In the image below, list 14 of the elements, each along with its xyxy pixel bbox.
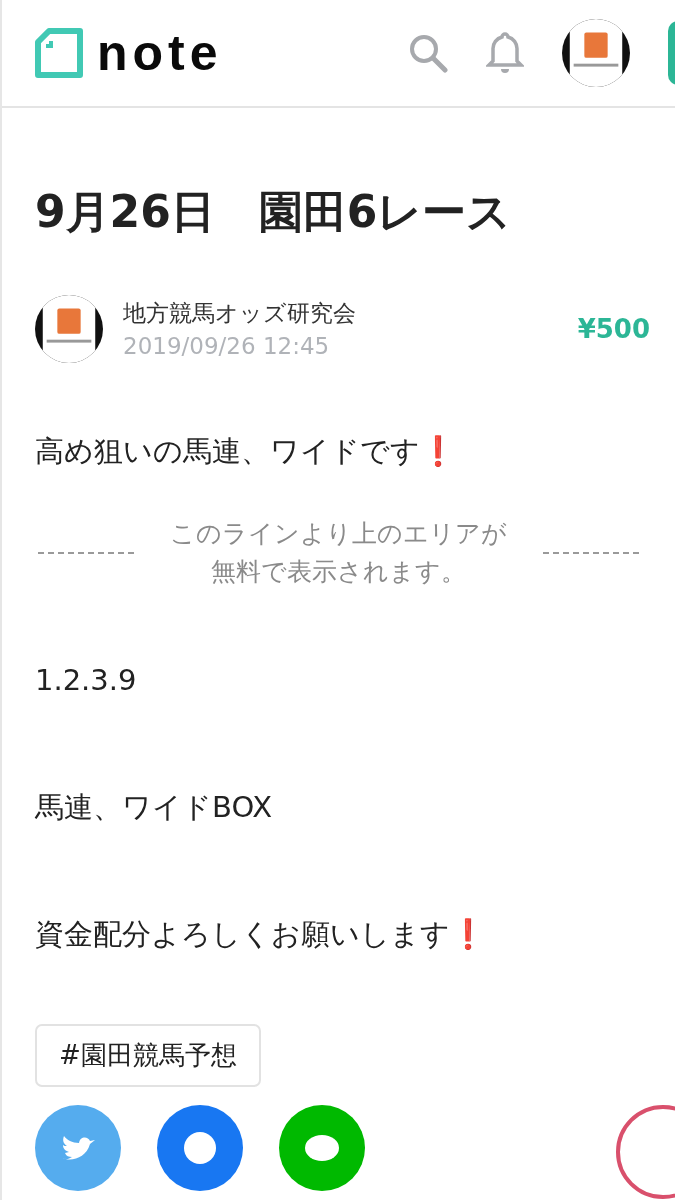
logo-icon bbox=[35, 28, 83, 78]
article-title: 9月26日 園田6レース bbox=[35, 186, 513, 239]
logo-text[interactable]: note bbox=[97, 24, 223, 82]
post-date: 2019/09/26 12:45 bbox=[123, 333, 331, 360]
paragraph: 資金配分よろしくお願いします❗ bbox=[35, 915, 487, 953]
paragraph: 馬連、ワイドBOX bbox=[35, 789, 274, 826]
paragraph: 1.2.3.9 bbox=[35, 662, 138, 700]
bell-icon[interactable] bbox=[486, 31, 524, 75]
hashtag[interactable]: #園田競馬予想 bbox=[35, 1024, 261, 1088]
paragraph: 高め狙いの馬連、ワイドです❗ bbox=[35, 432, 457, 470]
price: ¥500 bbox=[577, 313, 650, 344]
author-name[interactable]: 地方競馬オッズ研究会 bbox=[123, 298, 356, 330]
paywall-notice: このラインより上のエリアが 無料で表示されます。 bbox=[170, 518, 507, 588]
search-icon[interactable] bbox=[408, 33, 448, 73]
